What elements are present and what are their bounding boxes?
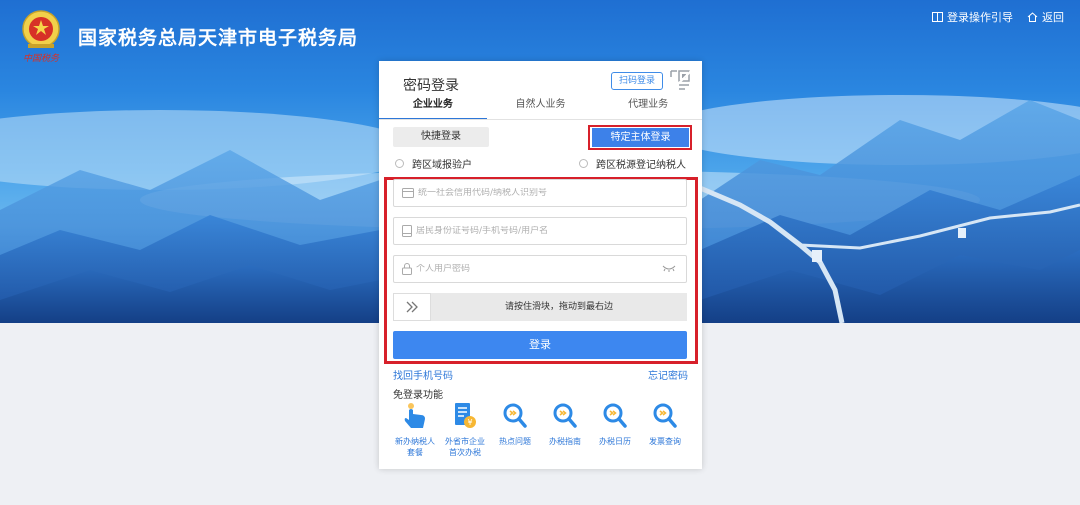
shortcut-label: 办税指南: [549, 437, 581, 446]
qr-code-icon[interactable]: [669, 69, 693, 93]
document-yen-icon: ¥: [455, 403, 476, 428]
home-icon: [1027, 12, 1038, 22]
shortcut-tax-guide[interactable]: 办税指南: [539, 402, 591, 447]
login-free-functions-title: 免登录功能: [393, 390, 443, 401]
search-icon: [553, 403, 577, 428]
qr-login-button[interactable]: 扫码登录: [611, 72, 663, 90]
site-title: 国家税务总局天津市电子税务局: [78, 27, 359, 49]
radio-label: 跨区税源登记纳税人: [596, 160, 686, 171]
tab-enterprise[interactable]: 企业业务: [379, 97, 487, 121]
shortcut-other-province-first-tax[interactable]: ¥ 外省市企业首次办税: [439, 402, 491, 458]
shortcut-label: 发票查询: [649, 437, 681, 446]
slider-hint: 请按住滑块，拖动到最右边: [504, 302, 613, 312]
login-button[interactable]: 登录: [393, 331, 687, 359]
login-guide-link[interactable]: 登录操作引导: [932, 9, 1013, 25]
shortcut-new-taxpayer-package[interactable]: 新办纳税人 套餐: [389, 402, 441, 458]
shortcut-tax-calendar[interactable]: 办税日历: [589, 402, 641, 447]
radio-button[interactable]: [395, 159, 404, 168]
double-chevron-right-icon: [406, 301, 418, 313]
credit-code-input[interactable]: [418, 188, 658, 198]
lock-icon: [402, 263, 412, 275]
search-icon: [653, 403, 677, 428]
password-field[interactable]: [393, 255, 687, 283]
cross-region-radio-option[interactable]: 跨区域报验户: [395, 156, 472, 171]
radio-button[interactable]: [579, 159, 588, 168]
phone-icon: [402, 225, 412, 237]
back-label: 返回: [1042, 11, 1064, 24]
radio-label: 跨区域报验户: [412, 160, 472, 171]
id-card-icon: [402, 188, 414, 198]
slider-captcha[interactable]: 请按住滑块，拖动到最右边: [393, 293, 687, 321]
shortcut-label-line2: 首次办税: [449, 448, 481, 457]
login-title: 密码登录: [403, 78, 459, 94]
hand-pointer-icon: [404, 403, 425, 428]
search-icon: [503, 403, 527, 428]
recover-phone-link[interactable]: 找回手机号码: [393, 367, 453, 382]
account-field[interactable]: [393, 217, 687, 245]
back-link[interactable]: 返回: [1027, 9, 1064, 25]
shortcut-label: 热点问题: [499, 437, 531, 446]
shortcut-label-line1: 新办纳税人: [395, 437, 435, 446]
shortcut-label-line2: 套餐: [407, 448, 423, 457]
credit-code-field[interactable]: [393, 179, 687, 207]
forgot-password-link[interactable]: 忘记密码: [648, 367, 688, 382]
guide-icon: [932, 12, 943, 22]
login-guide-label: 登录操作引导: [947, 11, 1013, 24]
tax-bureau-logo: 中国税务: [18, 8, 64, 64]
slider-handle[interactable]: [393, 293, 431, 321]
top-links: 登录操作引导 返回: [932, 9, 1064, 25]
tab-agent[interactable]: 代理业务: [594, 97, 702, 121]
shortcut-label: 办税日历: [599, 437, 631, 446]
shortcut-hot-questions[interactable]: 热点问题: [489, 402, 541, 447]
special-entity-login-button[interactable]: 特定主体登录: [592, 128, 689, 147]
account-input[interactable]: [416, 226, 656, 236]
login-card: 密码登录 扫码登录 企业业务 自然人业务 代理业务 快捷登录 特定主体登录 跨区…: [379, 61, 702, 469]
cross-region-taxpayer-radio-option[interactable]: 跨区税源登记纳税人: [579, 156, 686, 171]
shortcut-invoice-query[interactable]: 发票查询: [639, 402, 691, 447]
svg-text:中国税务: 中国税务: [23, 53, 60, 64]
shortcut-label-line1: 外省市企业: [445, 437, 485, 446]
search-icon: [603, 403, 627, 428]
password-input[interactable]: [416, 264, 656, 274]
tab-individual[interactable]: 自然人业务: [487, 97, 595, 121]
tab-divider: [379, 119, 702, 120]
quick-login-button[interactable]: 快捷登录: [393, 127, 489, 147]
business-tabs: 企业业务 自然人业务 代理业务: [379, 97, 702, 121]
login-free-shortcuts: 新办纳税人 套餐 ¥ 外省市企业 首次办税 热点问题 办税指南 办税日历 发票查…: [389, 402, 699, 466]
eye-closed-icon[interactable]: [662, 264, 676, 272]
svg-text:¥: ¥: [467, 418, 472, 427]
